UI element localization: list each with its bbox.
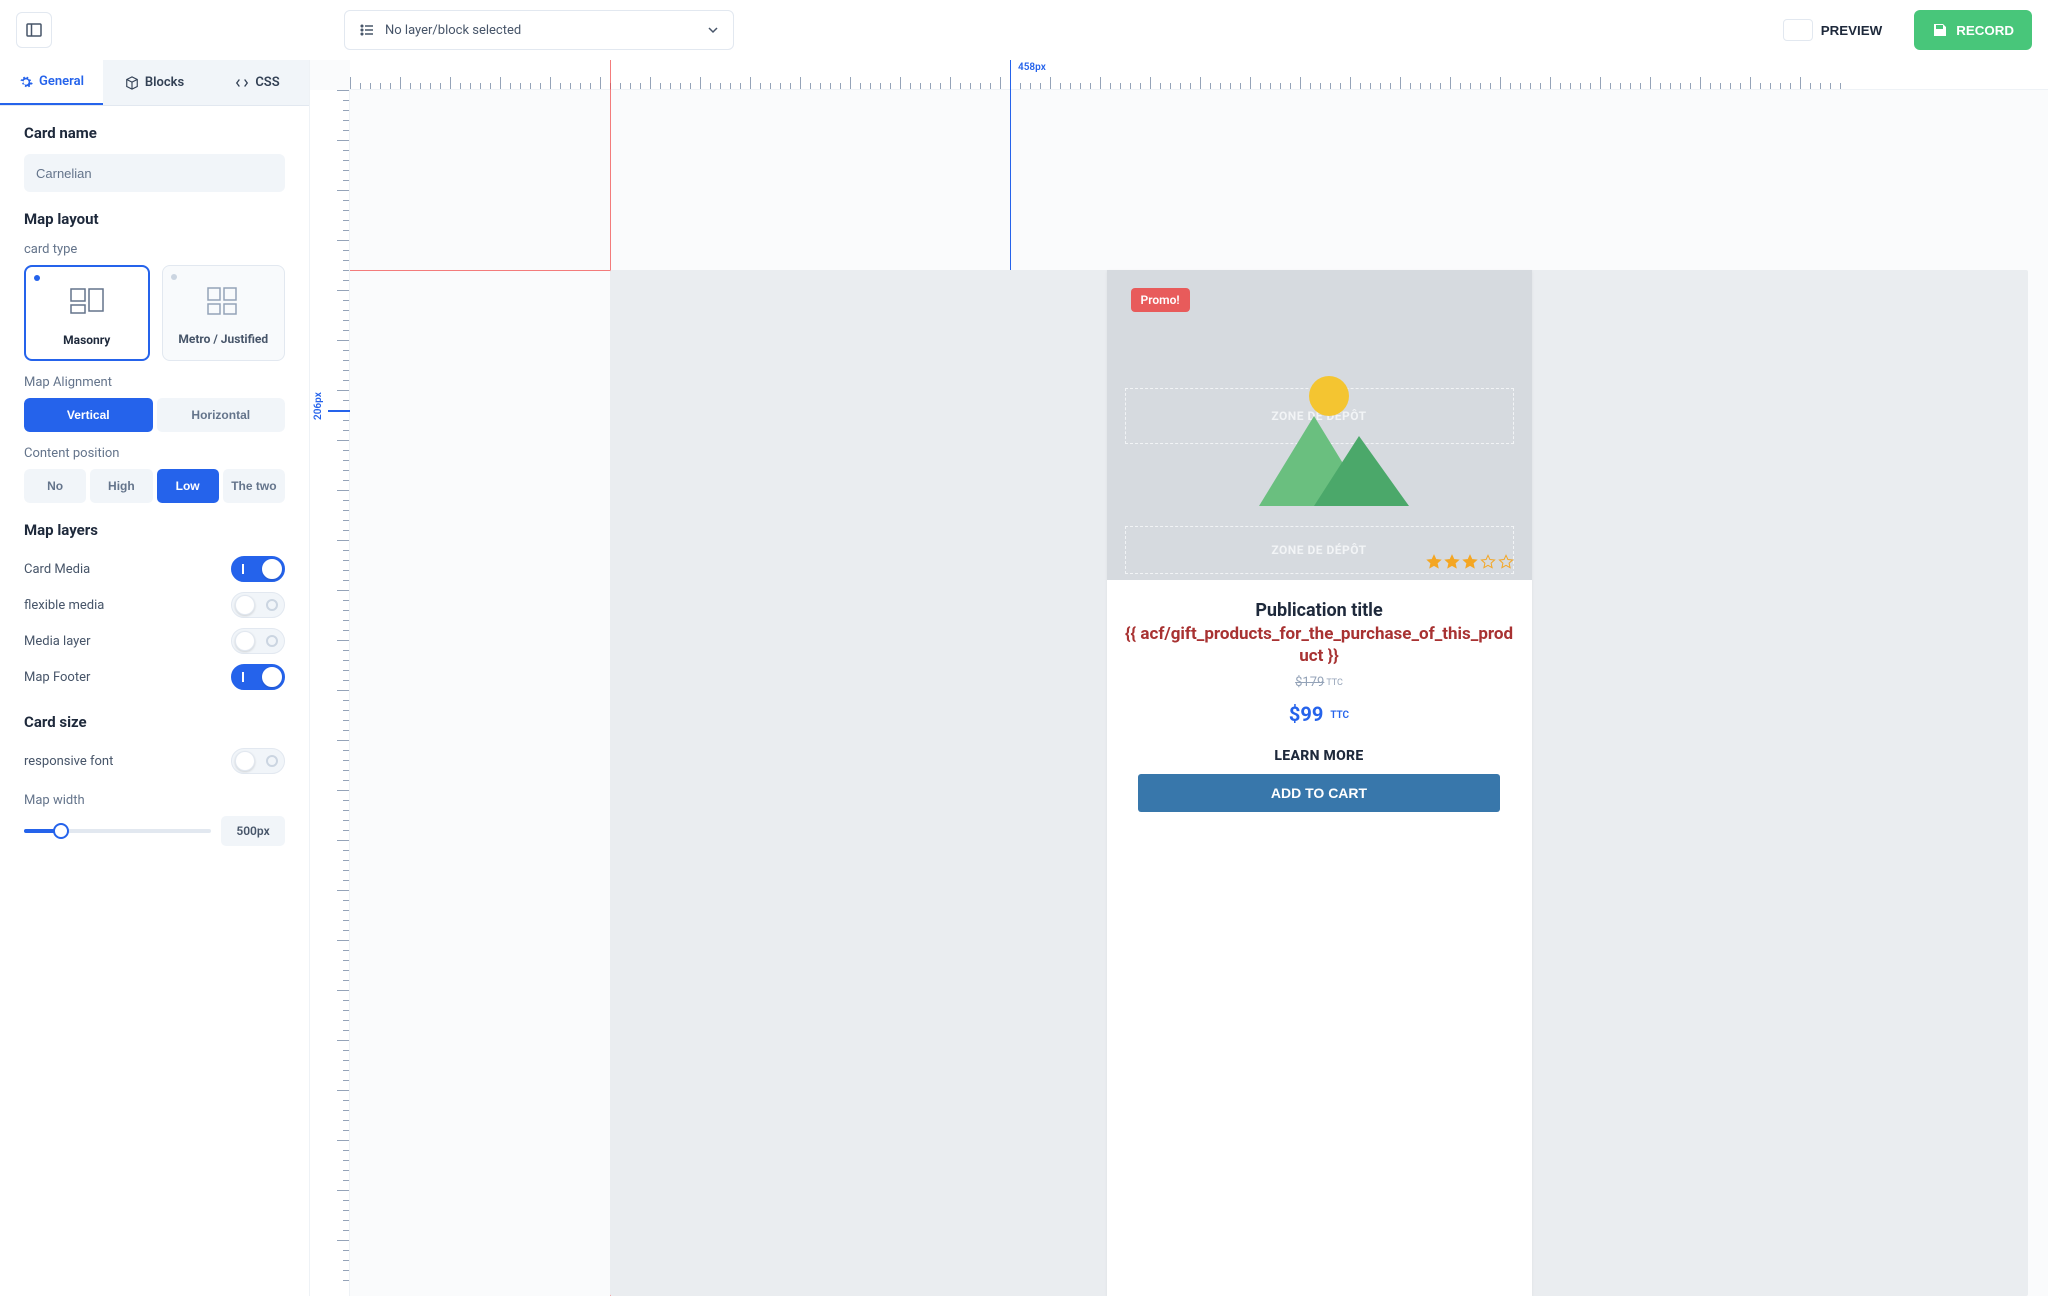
map-width-slider[interactable] [24,829,211,833]
star-icon [1426,554,1442,570]
section-card-name-title: Card name [24,124,285,142]
preview-label: PREVIEW [1821,23,1882,38]
card-type-masonry[interactable]: Masonry [24,265,150,361]
guide-vertical-label: 458px [1018,62,1046,73]
sidebar-tabs: General Blocks CSS [0,60,309,106]
tab-blocks[interactable]: Blocks [103,60,206,105]
section-map-layers-title: Map layers [24,521,285,539]
flexible-media-label: flexible media [24,598,104,613]
ruler-mark [328,410,350,412]
tab-general[interactable]: General [0,60,103,105]
position-label: Content position [24,446,285,461]
position-high[interactable]: High [90,469,152,503]
record-button[interactable]: RECORD [1914,10,2032,50]
map-footer-label: Map Footer [24,670,90,685]
star-icon [1498,554,1514,570]
learn-more-link[interactable]: LEARN MORE [1123,748,1516,764]
tab-css[interactable]: CSS [206,60,309,105]
code-icon [235,76,249,90]
panel-icon [26,22,42,38]
topbar: No layer/block selected PREVIEW RECORD [0,0,2048,60]
section-map-layout-title: Map layout [24,210,285,228]
grid-icon [206,286,240,316]
publication-title: Publication title [1123,600,1516,621]
height-label: 206px [313,392,324,420]
media-layer-label: Media layer [24,634,91,649]
alignment-label: Map Alignment [24,375,285,390]
alignment-horizontal[interactable]: Horizontal [157,398,286,432]
star-icon [1444,554,1460,570]
origin-guide-horizontal [350,270,610,271]
card-preview[interactable]: Promo! ZONE DE DÉPÔT ZONE DE DÉPÔT Publi… [1107,270,1532,1296]
chevron-down-icon [707,24,719,36]
preview-toggle-icon [1783,19,1813,41]
card-media-label: Card Media [24,562,90,577]
position-two[interactable]: The two [223,469,285,503]
section-card-size-title: Card size [24,713,285,731]
card-body: Publication title {{ acf/gift_products_f… [1107,580,1532,836]
ruler-vertical[interactable] [310,90,350,1296]
flexible-media-toggle[interactable] [231,592,285,618]
list-icon [359,22,375,38]
card-type-masonry-label: Masonry [36,333,138,347]
alignment-vertical[interactable]: Vertical [24,398,153,432]
card-name-input[interactable] [24,154,285,192]
tab-general-label: General [39,74,84,89]
card-media-toggle[interactable] [231,556,285,582]
masonry-icon [67,287,107,317]
responsive-font-toggle[interactable] [231,748,285,774]
card-type-metro[interactable]: Metro / Justified [162,265,286,361]
stage: Promo! ZONE DE DÉPÔT ZONE DE DÉPÔT Publi… [610,270,2028,1296]
tab-blocks-label: Blocks [145,75,184,90]
add-to-cart-button[interactable]: ADD TO CART [1138,774,1500,812]
layer-selector[interactable]: No layer/block selected [344,10,734,50]
map-width-value: 500px [221,816,285,846]
cube-icon [125,76,139,90]
card-type-metro-label: Metro / Justified [173,332,275,346]
rating-stars [1426,554,1514,570]
gear-icon [19,75,33,89]
position-low[interactable]: Low [157,469,219,503]
settings-sidebar: General Blocks CSS Card name Map layout … [0,60,310,1296]
acf-field: {{ acf/gift_products_for_the_purchase_of… [1123,623,1516,667]
sidebar-toggle-button[interactable] [16,12,52,48]
star-icon [1462,554,1478,570]
position-no[interactable]: No [24,469,86,503]
card-type-label: card type [24,242,285,257]
promo-badge: Promo! [1131,288,1190,312]
layer-selector-text: No layer/block selected [385,23,521,38]
placeholder-image-icon [1219,366,1419,516]
record-label: RECORD [1956,23,2014,38]
price-old: $179TTC [1123,675,1516,690]
save-icon [1932,22,1948,38]
preview-button[interactable]: PREVIEW [1763,10,1902,50]
ruler-horizontal[interactable] [350,60,2048,90]
media-layer-toggle[interactable] [231,628,285,654]
card-media-area: Promo! ZONE DE DÉPÔT ZONE DE DÉPÔT [1107,270,1532,580]
responsive-font-label: responsive font [24,754,113,769]
tab-css-label: CSS [255,75,279,90]
canvas: 206px 458px Promo! ZONE DE DÉPÔT ZONE DE… [310,60,2048,1296]
map-width-label: Map width [24,793,285,808]
map-footer-toggle[interactable] [231,664,285,690]
star-icon [1480,554,1496,570]
price-new: $99 TTC [1123,702,1516,726]
